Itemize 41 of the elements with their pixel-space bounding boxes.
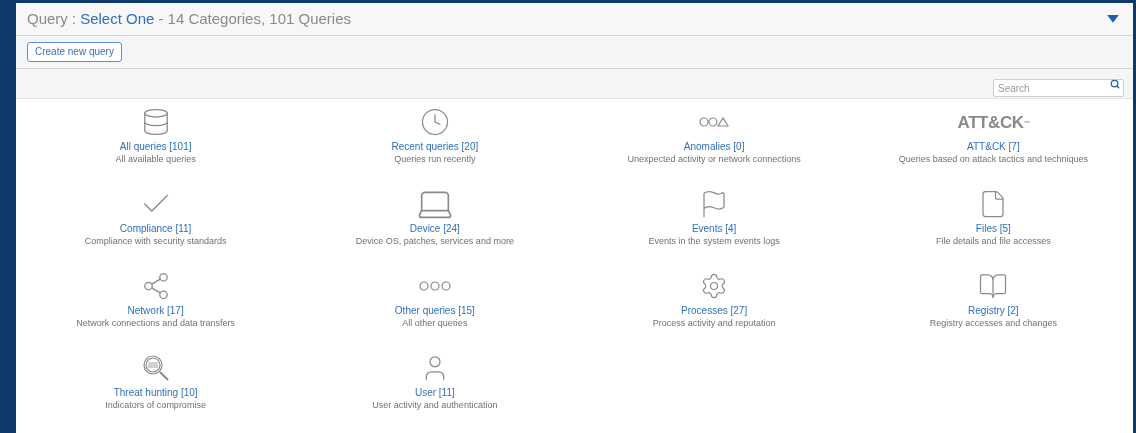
category-link[interactable]: ATT&CK [7] [967,141,1020,153]
category-description: Indicators of compromise [105,399,206,411]
category-description: Compliance with security standards [84,235,227,247]
category-description: Queries run recently [394,153,476,165]
magnifier-icon [141,354,170,382]
search-field[interactable]: Search [993,79,1124,98]
category-link[interactable]: Recent queries [20] [391,141,479,153]
category-description: Registry accesses and changes [929,317,1057,329]
ellipsis-icon [418,280,451,292]
category-link[interactable]: Processes [27] [681,305,748,317]
category-link[interactable]: All queries [101] [119,141,192,153]
collapse-toggle[interactable] [1107,14,1119,23]
clock-icon [419,107,450,137]
category-description: Events in the system events logs [648,235,780,247]
category-description: Unexpected activity or network connections [627,153,801,165]
category-description: Queries based on attack tactics and techniques [898,153,1088,165]
book-icon [978,271,1009,301]
category-link[interactable]: Device [24] [409,223,460,235]
panel-title: Query : [27,8,77,29]
category-description: File details and file accesses [936,235,1051,247]
category-link[interactable]: Files [5] [975,223,1011,235]
category-link[interactable]: Compliance [11] [119,223,192,235]
search-icon[interactable] [1110,78,1120,89]
attack-logo: ATT&CK$^{™}$ [957,113,1030,131]
category-link[interactable]: User [11] [414,387,455,399]
query-summary: - 14 Categories, 101 Queries [158,8,351,29]
category-link[interactable]: Registry [2] [968,305,1019,317]
category-description: Process activity and reputation [652,317,776,329]
category-link[interactable]: Other queries [15] [394,305,475,317]
category-description: All available queries [115,153,196,165]
category-link[interactable]: Events [4] [691,223,737,235]
category-description: User activity and authentication [372,399,498,411]
category-link[interactable]: Network [17] [127,305,184,317]
circles-triangle-icon [699,116,730,128]
category-link[interactable]: Threat hunting [10] [113,387,198,399]
create-query-button[interactable]: Create new query [27,42,122,62]
selected-query[interactable]: Select One [80,7,155,31]
category-description: Device OS, patches, services and more [355,235,514,247]
category-description: Network connections and data transfers [76,317,235,329]
category-description: All other queries [402,317,468,329]
category-link[interactable]: Anomalies [0] [683,141,745,153]
